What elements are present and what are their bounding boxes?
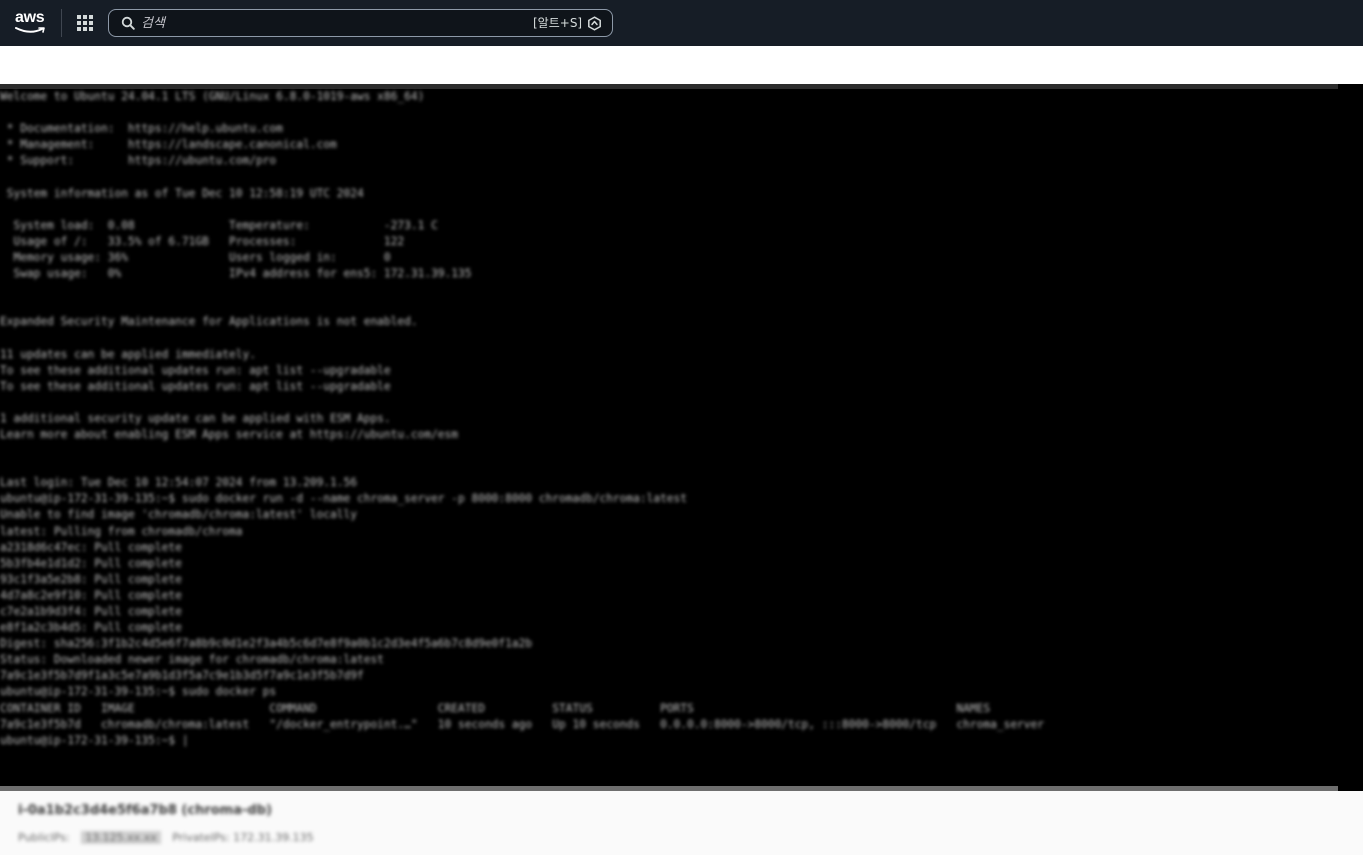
terminal-line: Status: Downloaded newer image for chrom…: [0, 653, 384, 667]
terminal-line: System load: 0.08 Temperature: -273.1 C: [0, 218, 438, 232]
terminal-line: Memory usage: 36% Users logged in: 0: [0, 250, 391, 264]
terminal-line: * Management: https://landscape.canonica…: [0, 138, 337, 152]
terminal-line: 7a9c1e3f5b7d9f1a3c5e7a9b1d3f5a7c9e1b3d5f…: [0, 669, 364, 683]
terminal-line: 7a9c1e3f5b7d chromadb/chroma:latest "/do…: [0, 717, 1044, 731]
terminal-line: Expanded Security Maintenance for Applic…: [0, 315, 418, 329]
terminal-line: CONTAINER ID IMAGE COMMAND CREATED STATU…: [0, 701, 991, 715]
grid-dot: [89, 27, 93, 31]
terminal-line: 11 updates can be applied immediately.: [0, 347, 256, 361]
terminal-line: Swap usage: 0% IPv4 address for ens5: 17…: [0, 267, 472, 281]
terminal-line: 4d7a8c2e9f10: Pull complete: [0, 588, 182, 602]
terminal-line: * Documentation: https://help.ubuntu.com: [0, 122, 283, 136]
terminal-line: To see these additional updates run: apt…: [0, 379, 391, 393]
terminal-line: 93c1f3a5e2b8: Pull complete: [0, 572, 182, 586]
terminal-line: Learn more about enabling ESM Apps servi…: [0, 427, 459, 441]
grid-dot: [77, 27, 81, 31]
instance-details: PublicIPs: 13.125.xx.xx PrivateIPs: 172.…: [18, 831, 314, 844]
terminal-line: System information as of Tue Dec 10 12:5…: [0, 186, 364, 200]
grid-dot: [77, 21, 81, 25]
terminal-line: ubuntu@ip-172-31-39-135:~$ |: [0, 733, 189, 747]
terminal-line: Unable to find image 'chromadb/chroma:la…: [0, 508, 357, 522]
search-shortcut-label: [알트+S]: [533, 16, 583, 30]
aws-logo-text: aws: [15, 9, 45, 26]
terminal-line: 5b3fb4e1d1d2: Pull complete: [0, 556, 182, 570]
aws-logo[interactable]: aws: [14, 9, 48, 37]
grid-dot: [83, 27, 87, 31]
terminal-line: Digest: sha256:3f1b2c4d5e6f7a8b9c0d1e2f3…: [0, 637, 533, 651]
grid-dot: [83, 15, 87, 19]
terminal-line: a2318d6c47ec: Pull complete: [0, 540, 182, 554]
grid-dot: [89, 21, 93, 25]
terminal-line: To see these additional updates run: apt…: [0, 363, 391, 377]
nav-divider: [61, 9, 62, 37]
aws-smile-icon: [15, 27, 45, 33]
terminal-scrollbar-track[interactable]: [1338, 84, 1363, 791]
grid-dot: [89, 15, 93, 19]
command-icon: [588, 16, 601, 31]
terminal-line: * Support: https://ubuntu.com/pro: [0, 154, 277, 168]
search-icon: [121, 16, 135, 30]
terminal-line: latest: Pulling from chromadb/chroma: [0, 524, 243, 538]
top-navigation-bar: aws [알트+S]: [0, 0, 1363, 46]
terminal-output[interactable]: Welcome to Ubuntu 24.04.1 LTS (GNU/Linux…: [0, 89, 1338, 786]
search-input[interactable]: [141, 13, 521, 33]
terminal-line: Last login: Tue Dec 10 12:54:07 2024 fro…: [0, 476, 357, 490]
grid-dot: [83, 21, 87, 25]
terminal-line: Usage of /: 33.5% of 6.71GB Processes: 1…: [0, 234, 405, 248]
private-ip-text: PrivateIPs: 172.31.39.135: [172, 831, 314, 844]
terminal-line: c7e2a1b9d3f4: Pull complete: [0, 605, 182, 618]
terminal-line: ubuntu@ip-172-31-39-135:~$ sudo docker p…: [0, 685, 277, 699]
instance-info-footer: i-0a1b2c3d4e5f6a7b8 (chroma-db) PublicIP…: [0, 791, 1363, 855]
grid-icon[interactable]: [76, 14, 94, 32]
terminal-line: e8f1a2c3b4d5: Pull complete: [0, 621, 182, 635]
search-bar[interactable]: [알트+S]: [108, 9, 613, 37]
terminal-line: Welcome to Ubuntu 24.04.1 LTS (GNU/Linux…: [0, 90, 425, 103]
public-ip-value: 13.125.xx.xx: [81, 831, 161, 844]
instance-title: i-0a1b2c3d4e5f6a7b8 (chroma-db): [18, 803, 272, 818]
terminal-panel[interactable]: Welcome to Ubuntu 24.04.1 LTS (GNU/Linux…: [0, 84, 1363, 791]
grid-dot: [77, 15, 81, 19]
terminal-line: 1 additional security update can be appl…: [0, 411, 391, 425]
public-ip-label: PublicIPs:: [18, 831, 70, 844]
terminal-line: ubuntu@ip-172-31-39-135:~$ sudo docker r…: [0, 492, 688, 506]
